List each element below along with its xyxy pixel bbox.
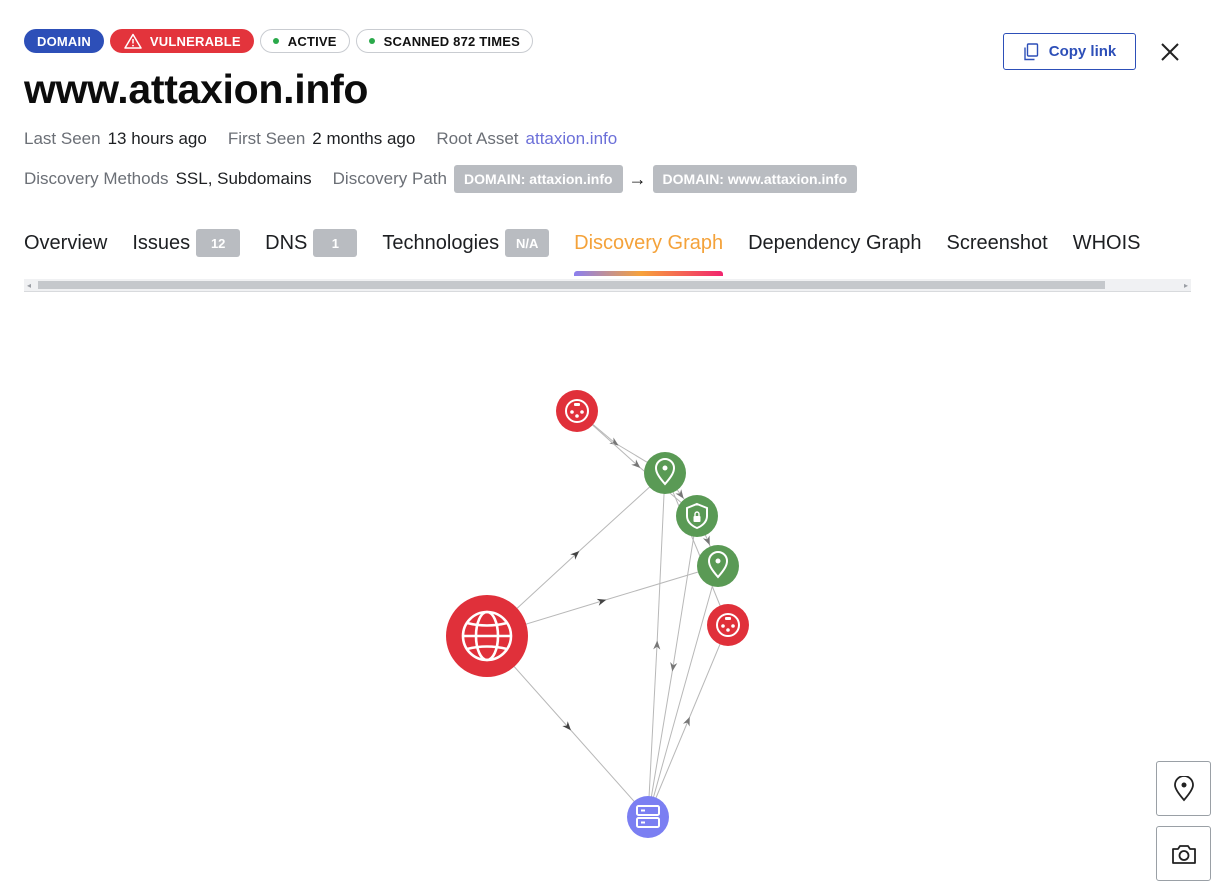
tab-issues[interactable]: Issues 12 [132,228,241,258]
status-badge: ACTIVE [259,29,350,53]
warning-icon [124,33,142,49]
tab-issues-label: Issues [132,231,191,254]
copy-link-button[interactable]: Copy link [1003,33,1136,70]
asset-meta-row: Last Seen 13 hours ago First Seen 2 mont… [24,129,638,149]
status-label: ACTIVE [287,33,337,49]
tab-technologies-label: Technologies [382,231,500,254]
root-asset-key: Root Asset [436,129,519,148]
tab-overview-label: Overview [24,231,108,254]
page-title: www.attaxion.info [24,66,369,112]
tab-whois[interactable]: WHOIS [1073,228,1141,258]
edge-server-to-cert-right [647,624,729,818]
node-target-domain[interactable] [446,595,528,677]
domain-type-badge: DOMAIN [24,29,104,53]
tab-dependency-graph-label: Dependency Graph [748,231,922,254]
first-seen-value: 2 months ago [312,129,416,148]
discovery-methods-value: SSL, Subdomains [175,169,312,188]
node-ssl[interactable] [676,495,718,537]
domain-type-label: DOMAIN [37,33,91,49]
vulnerable-badge: VULNERABLE [109,29,254,53]
technologies-count-badge: N/A [505,229,550,257]
graph-edges [486,410,729,818]
scan-dot [368,38,375,44]
discovery-path-from[interactable]: DOMAIN: attaxion.info [453,165,623,193]
tabs-scrollbar[interactable]: ◂ ▸ [24,279,1191,292]
vulnerable-label: VULNERABLE [149,33,241,49]
scan-count-label: SCANNED 872 TIMES [383,33,520,49]
tab-dns[interactable]: DNS 1 [265,228,358,258]
tab-screenshot-label: Screenshot [946,231,1048,254]
close-button[interactable] [1156,38,1184,66]
tab-discovery-graph-label: Discovery Graph [574,231,724,254]
tab-screenshot[interactable]: Screenshot [947,228,1048,258]
tab-dns-label: DNS [265,231,308,254]
last-seen-key: Last Seen [24,129,101,148]
dns-count-badge: 1 [313,229,358,257]
map-pin-icon [1173,775,1194,801]
node-server[interactable] [627,796,669,838]
node-certificate-top[interactable] [556,390,598,432]
tab-technologies[interactable]: Technologies N/A [382,228,550,258]
first-seen-key: First Seen [227,129,306,148]
status-dot [272,38,279,44]
scrollbar-thumb[interactable] [38,281,1105,289]
copy-link-label: Copy link [1048,43,1117,60]
discovery-graph-canvas[interactable] [0,300,1215,887]
last-seen-value: 13 hours ago [107,129,207,148]
node-location-2[interactable] [697,545,739,587]
node-certificate-right[interactable] [707,604,749,646]
issues-count-badge: 12 [196,229,241,257]
tab-overview[interactable]: Overview [24,228,107,258]
discovery-methods-key: Discovery Methods [24,169,169,188]
close-icon [1161,43,1179,61]
discovery-path-to[interactable]: DOMAIN: www.attaxion.info [652,165,858,193]
tab-dependency-graph[interactable]: Dependency Graph [748,228,921,258]
tab-discovery-graph[interactable]: Discovery Graph [574,228,724,276]
scroll-left-arrow-icon[interactable]: ◂ [27,281,31,290]
locate-node-button[interactable] [1156,761,1211,816]
discovery-meta-row: Discovery Methods SSL, Subdomains Discov… [24,165,858,193]
root-asset-link[interactable]: attaxion.info [526,129,618,149]
node-location-1[interactable] [644,452,686,494]
tab-bar: Overview Issues 12 DNS 1 Technologies N/A D… [24,228,1141,276]
tab-whois-label: WHOIS [1072,231,1141,254]
screenshot-button[interactable] [1156,826,1211,881]
header-badges: DOMAIN VULNERABLE ACTIVE SCANNED 872 TIM… [24,29,533,53]
copy-icon [1024,42,1038,60]
scroll-right-arrow-icon[interactable]: ▸ [1184,281,1188,290]
discovery-path-arrow: → [628,168,647,189]
camera-icon [1171,844,1196,864]
discovery-path-key: Discovery Path [332,169,447,188]
scan-count-badge: SCANNED 872 TIMES [355,29,533,53]
